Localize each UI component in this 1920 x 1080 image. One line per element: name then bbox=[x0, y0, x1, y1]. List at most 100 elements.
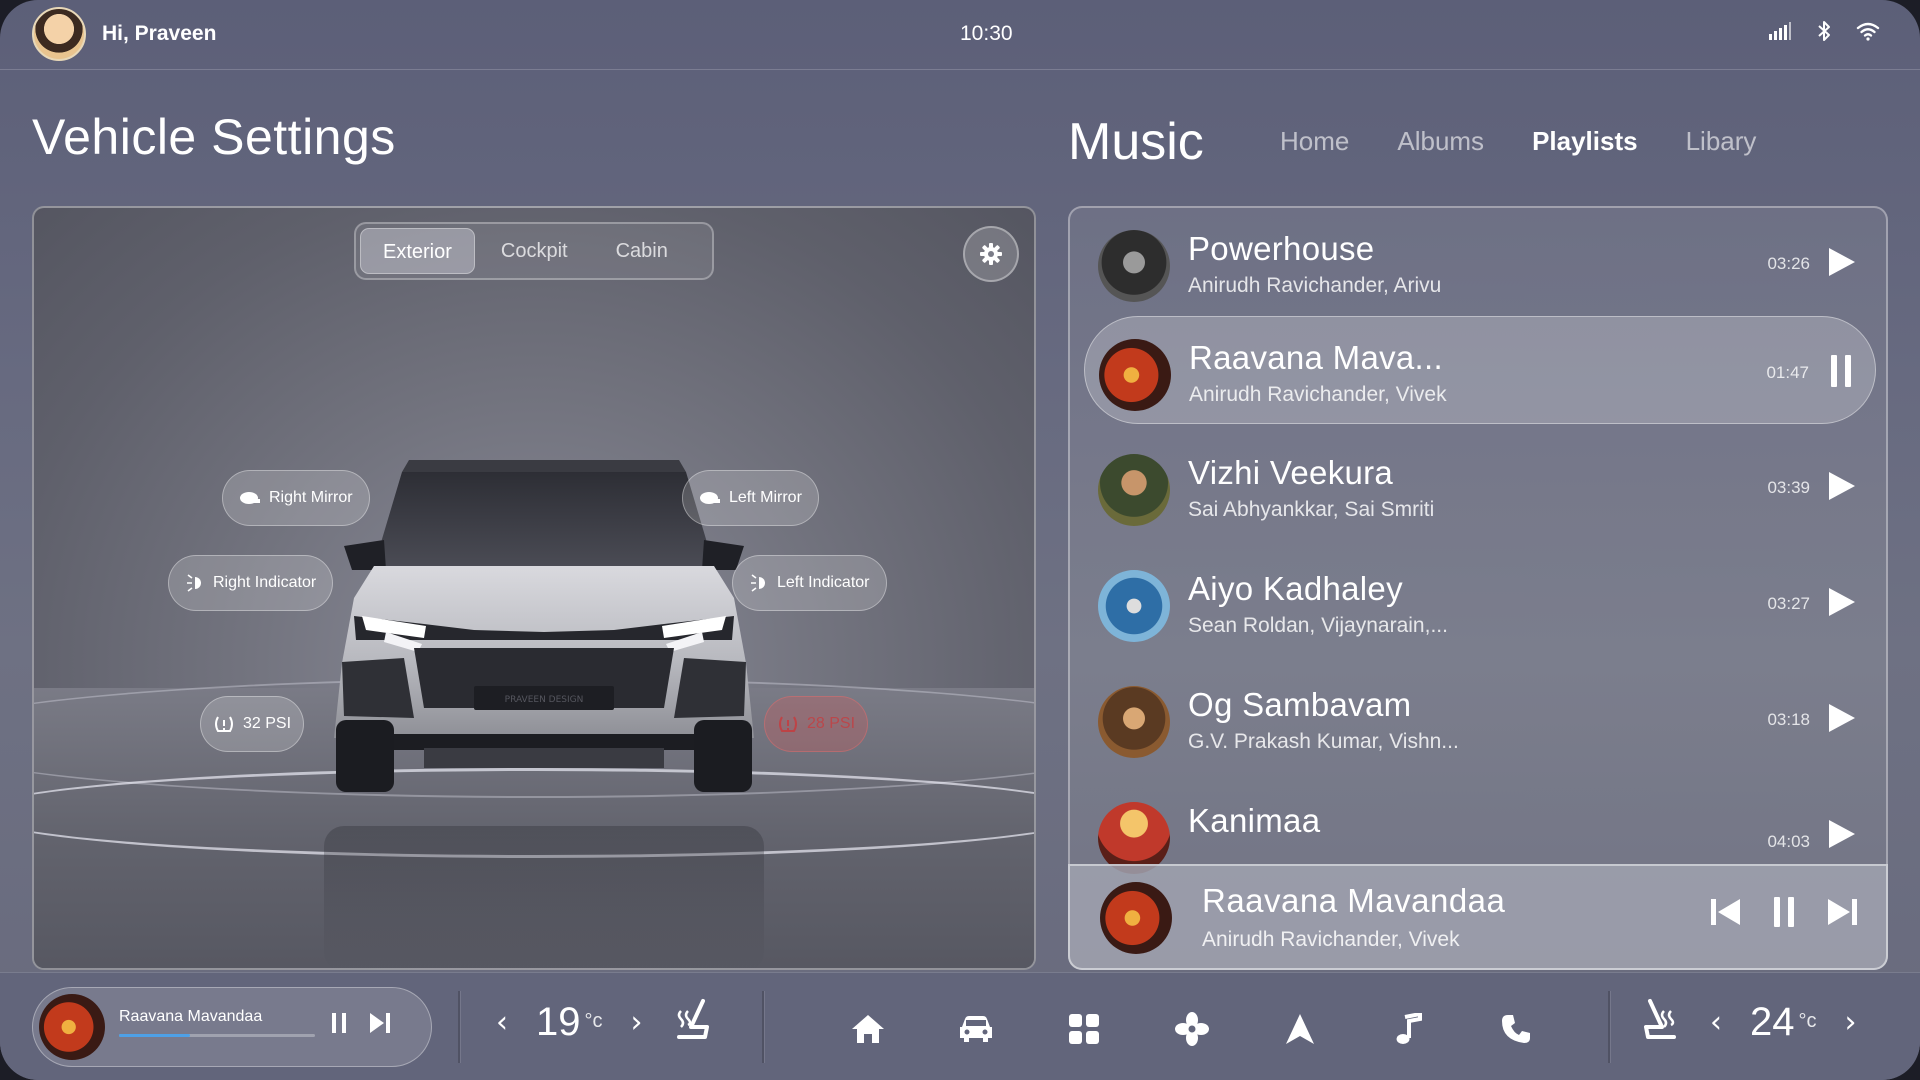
home-button[interactable] bbox=[842, 1003, 894, 1055]
car-icon bbox=[960, 1016, 992, 1042]
driver-temp-unit: °c bbox=[584, 1009, 603, 1032]
gear-icon bbox=[980, 243, 1002, 265]
bluetooth-icon[interactable] bbox=[1816, 20, 1832, 42]
seat-heater-icon bbox=[676, 999, 709, 1039]
tire-pressure-icon bbox=[779, 716, 797, 732]
play-icon bbox=[1829, 820, 1855, 848]
passenger-temp-increase-button[interactable]: › bbox=[1839, 1005, 1863, 1040]
mini-player-cover bbox=[39, 994, 105, 1060]
play-button[interactable] bbox=[1824, 700, 1860, 736]
mini-next-button[interactable] bbox=[369, 1012, 391, 1038]
left-mirror-button[interactable]: Left Mirror bbox=[682, 470, 819, 526]
indicator-icon bbox=[751, 574, 765, 592]
album-cover bbox=[1099, 339, 1171, 411]
track-row[interactable]: Powerhouse Anirudh Ravichander, Arivu 03… bbox=[1084, 208, 1876, 316]
track-artist: G.V. Prakash Kumar, Vishn... bbox=[1188, 730, 1459, 753]
track-row[interactable]: Aiyo Kadhaley Sean Roldan, Vijaynarain,.… bbox=[1084, 548, 1876, 656]
fan-button[interactable] bbox=[1166, 1003, 1218, 1055]
track-artist: Sai Abhyankkar, Sai Smriti bbox=[1188, 498, 1435, 521]
playback-controls bbox=[1710, 896, 1858, 932]
music-tabs: Home Albums Playlists Libary bbox=[1280, 126, 1756, 157]
mini-progress-fill bbox=[119, 1034, 190, 1037]
phone-button[interactable] bbox=[1490, 1003, 1542, 1055]
track-artist: Anirudh Ravichander, Arivu bbox=[1188, 274, 1442, 297]
wifi-icon[interactable] bbox=[1856, 21, 1880, 41]
dock-nav bbox=[842, 1003, 1542, 1055]
passenger-climate: ‹ 24 °c › bbox=[1638, 997, 1863, 1047]
now-playing-cover bbox=[1100, 882, 1172, 954]
home-icon bbox=[852, 1015, 884, 1043]
album-cover bbox=[1098, 570, 1170, 642]
apps-icon bbox=[1069, 1014, 1099, 1044]
dock-divider bbox=[458, 991, 460, 1063]
album-cover bbox=[1098, 686, 1170, 758]
mini-player[interactable]: Raavana Mavandaa bbox=[32, 987, 432, 1067]
track-row-active[interactable]: Raavana Mava... Anirudh Ravichander, Viv… bbox=[1084, 316, 1876, 424]
tab-playlists[interactable]: Playlists bbox=[1532, 126, 1638, 157]
next-button[interactable] bbox=[1826, 897, 1858, 931]
skip-next-icon bbox=[1828, 899, 1857, 925]
pause-button[interactable] bbox=[1823, 353, 1859, 389]
right-indicator-button[interactable]: Right Indicator bbox=[168, 555, 334, 611]
temp-increase-button[interactable]: › bbox=[625, 1005, 649, 1040]
pause-button[interactable] bbox=[1772, 896, 1796, 932]
play-button[interactable] bbox=[1824, 816, 1860, 852]
right-tire-label: 32 PSI bbox=[243, 715, 292, 732]
settings-button[interactable] bbox=[963, 226, 1019, 282]
temp-decrease-button[interactable]: ‹ bbox=[490, 1005, 514, 1040]
play-button[interactable] bbox=[1824, 584, 1860, 620]
tab-home[interactable]: Home bbox=[1280, 126, 1349, 157]
passenger-temp-decrease-button[interactable]: ‹ bbox=[1704, 1005, 1728, 1040]
play-icon bbox=[1829, 248, 1855, 276]
seat-heater-button[interactable] bbox=[671, 997, 715, 1047]
dock-divider bbox=[1608, 991, 1610, 1063]
pause-icon bbox=[332, 1013, 346, 1033]
left-tire-pressure-warning[interactable]: 28 PSI bbox=[764, 696, 869, 752]
avatar[interactable] bbox=[32, 7, 86, 61]
play-button[interactable] bbox=[1824, 244, 1860, 280]
track-title: Powerhouse bbox=[1188, 230, 1375, 267]
track-row[interactable]: Og Sambavam G.V. Prakash Kumar, Vishn...… bbox=[1084, 664, 1876, 772]
play-button[interactable] bbox=[1824, 468, 1860, 504]
left-indicator-button[interactable]: Left Indicator bbox=[732, 555, 887, 611]
tab-library[interactable]: Libary bbox=[1686, 126, 1757, 157]
track-title: Og Sambavam bbox=[1188, 686, 1412, 723]
driver-temp-value: 19 bbox=[536, 999, 581, 1044]
tire-pressure-icon bbox=[215, 716, 233, 732]
previous-button[interactable] bbox=[1710, 897, 1742, 931]
left-tire-label: 28 PSI bbox=[807, 715, 856, 732]
navigation-icon bbox=[1286, 1014, 1314, 1044]
tab-cockpit[interactable]: Cockpit bbox=[479, 228, 590, 274]
dock-divider bbox=[762, 991, 764, 1063]
tab-albums[interactable]: Albums bbox=[1397, 126, 1484, 157]
mini-controls bbox=[331, 1012, 391, 1038]
right-tire-pressure[interactable]: 32 PSI bbox=[200, 696, 305, 752]
apps-button[interactable] bbox=[1058, 1003, 1110, 1055]
right-mirror-button[interactable]: Right Mirror bbox=[222, 470, 370, 526]
signal-icon bbox=[1768, 21, 1792, 41]
system-icons bbox=[1768, 20, 1880, 42]
license-plate: PRAVEEN DESIGN bbox=[505, 695, 584, 705]
tab-cabin[interactable]: Cabin bbox=[594, 228, 690, 274]
track-row[interactable]: Vizhi Veekura Sai Abhyankkar, Sai Smriti… bbox=[1084, 432, 1876, 540]
passenger-temp: 24 °c bbox=[1750, 1000, 1817, 1045]
left-mirror-label: Left Mirror bbox=[729, 489, 802, 506]
bottom-dock: Raavana Mavandaa ‹ 19 °c › ‹ 24 °c › bbox=[0, 972, 1920, 1080]
music-icon bbox=[1396, 1013, 1422, 1044]
track-title: Aiyo Kadhaley bbox=[1188, 570, 1403, 607]
album-cover bbox=[1098, 454, 1170, 526]
vehicle-panel: PRAVEEN DESIGN Exterior Cockpit Cabin Ri… bbox=[32, 206, 1036, 970]
passenger-seat-heater-button[interactable] bbox=[1638, 997, 1682, 1047]
now-playing-bar[interactable]: Raavana Mavandaa Anirudh Ravichander, Vi… bbox=[1068, 864, 1888, 970]
passenger-temp-value: 24 bbox=[1750, 999, 1795, 1044]
car-button[interactable] bbox=[950, 1003, 1002, 1055]
left-indicator-label: Left Indicator bbox=[777, 574, 870, 591]
clock: 10:30 bbox=[960, 22, 1013, 45]
mirror-icon bbox=[240, 492, 260, 504]
tab-exterior[interactable]: Exterior bbox=[360, 228, 475, 274]
navigation-button[interactable] bbox=[1274, 1003, 1326, 1055]
skip-next-icon bbox=[370, 1013, 390, 1033]
music-button[interactable] bbox=[1382, 1003, 1434, 1055]
mini-pause-button[interactable] bbox=[331, 1012, 347, 1038]
mini-progress-bar[interactable] bbox=[119, 1034, 315, 1037]
